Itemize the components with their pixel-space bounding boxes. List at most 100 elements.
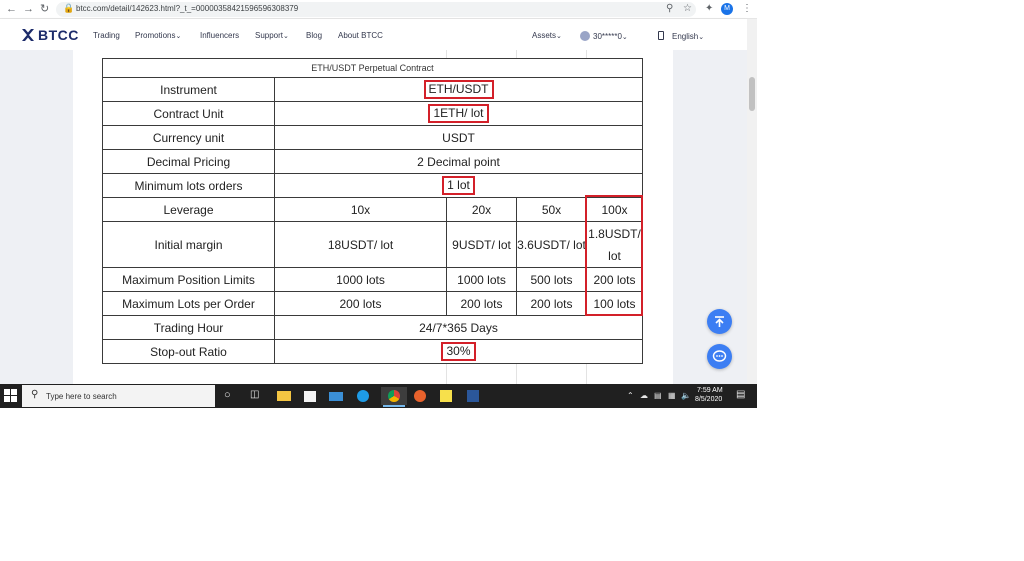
cell-decimal-pricing: 2 Decimal point <box>274 149 643 174</box>
nav-support-label: Support <box>255 31 284 40</box>
store-icon[interactable] <box>301 387 319 405</box>
row-label-max-position: Maximum Position Limits <box>102 267 275 292</box>
ime-icon[interactable]: ▦ <box>668 391 676 400</box>
chrome-icon[interactable] <box>381 387 407 407</box>
cell-max-position: 200 lots <box>586 267 643 292</box>
taskbar-search-box[interactable]: ⚲ Type here to search <box>22 385 215 407</box>
cell-max-position: 1000 lots <box>274 267 447 292</box>
cell-currency-unit: USDT <box>274 125 643 150</box>
zoom-icon[interactable]: ⚲ <box>666 3 673 15</box>
arrow-up-icon <box>715 316 724 327</box>
cell-initial-margin: 3.6USDT/ lot <box>516 221 587 268</box>
weather-cloud-icon[interactable]: ☁ <box>640 391 648 400</box>
highlight-instrument: ETH/USDT <box>423 80 494 99</box>
cell-trading-hour: 24/7*365 Days <box>274 315 643 340</box>
chevron-down-icon: ⌄ <box>556 33 562 40</box>
chevron-down-icon: ⌄ <box>621 34 628 41</box>
back-to-top-button[interactable] <box>707 309 732 334</box>
page-scrollbar[interactable] <box>747 19 757 384</box>
cortana-circle-icon[interactable]: ○ <box>224 389 231 401</box>
cell-max-lots-order: 200 lots <box>516 291 587 316</box>
cell-stop-out: 30% <box>274 339 643 364</box>
highlight-min-lots: 1 lot <box>442 176 475 195</box>
clock-time[interactable]: 7:59 AM <box>697 387 723 394</box>
cell-max-lots-order: 100 lots <box>586 291 643 316</box>
browser-toolbar: ← → ↻ 🔒 btcc.com/detail/142623.html?_t_=… <box>0 0 757 19</box>
cell-leverage: 10x <box>274 197 447 222</box>
forward-arrow-icon[interactable]: → <box>23 2 34 16</box>
btcc-logo[interactable]: BTCC <box>21 26 79 43</box>
lock-icon: 🔒 <box>63 3 75 13</box>
sticky-notes-icon[interactable] <box>437 387 455 405</box>
cell-max-position: 1000 lots <box>446 267 517 292</box>
notification-center-icon[interactable]: ▤ <box>736 389 745 400</box>
extensions-puzzle-icon[interactable]: ✦ <box>705 3 713 15</box>
nav-support[interactable]: Support⌄ <box>255 31 289 40</box>
nav-trading[interactable]: Trading <box>93 31 120 40</box>
firefox-icon[interactable] <box>411 387 429 405</box>
cell-initial-margin: 9USDT/ lot <box>446 221 517 268</box>
logo-text: BTCC <box>38 27 79 43</box>
cell-initial-margin: 1.8USDT/ lot <box>586 221 643 268</box>
language-label: English <box>672 32 699 41</box>
reload-icon[interactable]: ↻ <box>40 2 49 16</box>
user-avatar-icon <box>580 31 590 41</box>
cell-max-lots-order: 200 lots <box>446 291 517 316</box>
nav-influencers[interactable]: Influencers <box>200 31 239 40</box>
btcc-logo-mark-icon <box>22 29 34 41</box>
chat-button[interactable] <box>707 344 732 369</box>
site-header: BTCC Trading Promotions⌄ Influencers Sup… <box>0 19 747 50</box>
search-placeholder: Type here to search <box>46 392 117 401</box>
language-menu[interactable]: English⌄ <box>658 31 704 41</box>
active-app-indicator <box>383 405 405 407</box>
row-label-max-lots-order: Maximum Lots per Order <box>102 291 275 316</box>
row-label-initial-margin: Initial margin <box>102 221 275 268</box>
cell-leverage: 100x <box>586 197 643 222</box>
highlight-contract-unit: 1ETH/ lot <box>428 104 489 123</box>
cell-min-lots: 1 lot <box>274 173 643 198</box>
nav-blog[interactable]: Blog <box>306 31 322 40</box>
nav-about[interactable]: About BTCC <box>338 31 383 40</box>
network-icon[interactable]: ▤ <box>654 391 662 400</box>
mail-icon[interactable] <box>327 387 345 405</box>
row-label-decimal-pricing: Decimal Pricing <box>102 149 275 174</box>
account-menu[interactable]: 30*****0⌄ <box>580 31 628 41</box>
nav-assets-label: Assets <box>532 31 557 40</box>
cell-contract-unit: 1ETH/ lot <box>274 101 643 126</box>
file-explorer-icon[interactable] <box>275 387 293 405</box>
account-label: 30*****0 <box>593 32 622 41</box>
nav-assets[interactable]: Assets⌄ <box>532 31 562 40</box>
tray-overflow-chevron-icon[interactable]: ⌃ <box>627 391 634 400</box>
row-label-contract-unit: Contract Unit <box>102 101 275 126</box>
row-label-leverage: Leverage <box>102 197 275 222</box>
bookmark-star-icon[interactable]: ☆ <box>683 3 692 15</box>
chevron-down-icon: ⌄ <box>283 33 289 40</box>
address-bar[interactable]: 🔒 btcc.com/detail/142623.html?_t_=000003… <box>56 2 696 17</box>
search-icon: ⚲ <box>31 389 39 400</box>
word-icon[interactable] <box>464 387 482 405</box>
row-label-stop-out: Stop-out Ratio <box>102 339 275 364</box>
row-label-trading-hour: Trading Hour <box>102 315 275 340</box>
phone-icon <box>658 31 664 40</box>
nav-promotions[interactable]: Promotions⌄ <box>135 31 181 40</box>
windows-start-icon[interactable] <box>4 389 17 402</box>
row-label-currency-unit: Currency unit <box>102 125 275 150</box>
back-arrow-icon[interactable]: ← <box>6 2 17 16</box>
chat-bubble-icon <box>712 350 727 362</box>
row-label-min-lots: Minimum lots orders <box>102 173 275 198</box>
volume-icon[interactable]: 🔈 <box>681 391 691 400</box>
profile-avatar[interactable]: M <box>721 3 733 15</box>
chevron-down-icon: ⌄ <box>175 33 182 40</box>
task-view-icon[interactable]: ◫ <box>250 389 259 400</box>
browser-menu-icon[interactable]: ⋮ <box>742 3 752 15</box>
clock-date[interactable]: 8/5/2020 <box>695 396 722 403</box>
url-text: btcc.com/detail/142623.html?_t_=00000358… <box>76 4 299 13</box>
edge-icon[interactable] <box>354 387 372 405</box>
nav-promotions-label: Promotions <box>135 31 176 40</box>
cell-leverage: 50x <box>516 197 587 222</box>
scrollbar-thumb[interactable] <box>749 77 755 111</box>
contract-spec-table: ETH/USDT Perpetual Contract Instrument E… <box>102 58 643 364</box>
cell-initial-margin: 18USDT/ lot <box>274 221 447 268</box>
screenshot: ← → ↻ 🔒 btcc.com/detail/142623.html?_t_=… <box>0 0 757 408</box>
highlight-stop-out: 30% <box>441 342 476 361</box>
